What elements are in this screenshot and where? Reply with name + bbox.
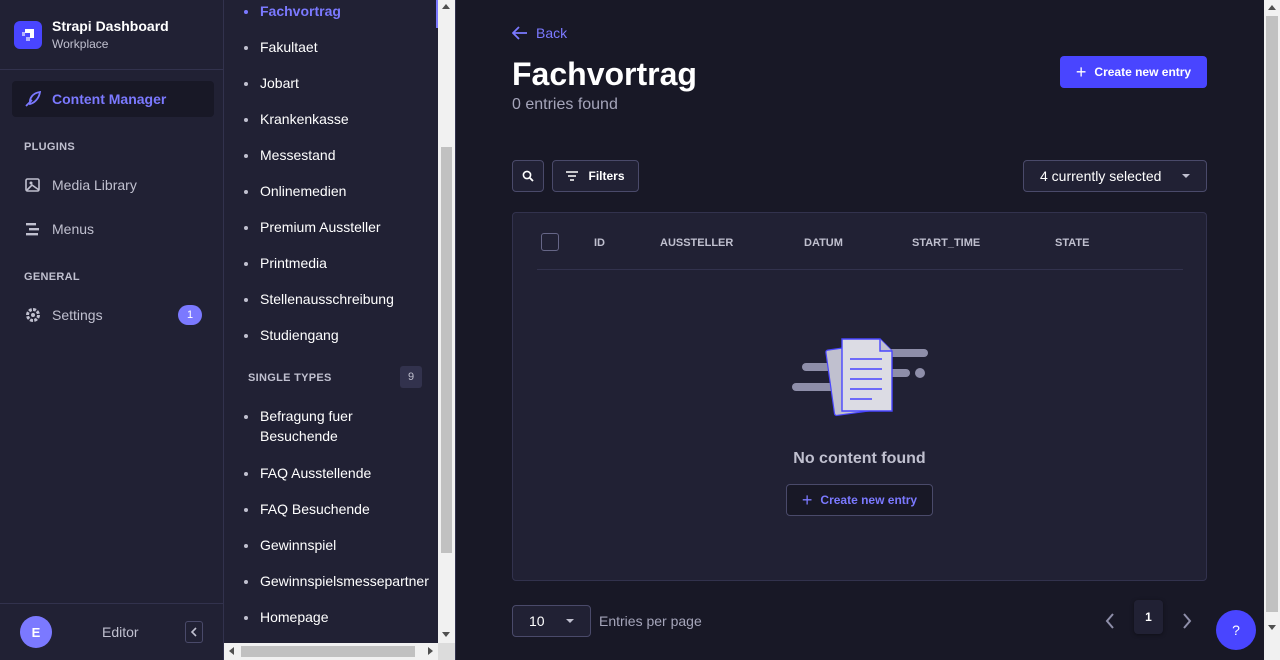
previous-page-button[interactable] — [1096, 605, 1124, 637]
collapse-nav-button[interactable] — [185, 621, 203, 643]
empty-documents-illustration — [792, 338, 928, 417]
subnav-item-homepage[interactable]: Homepage — [244, 609, 329, 625]
menu-lines-icon — [24, 220, 42, 238]
brand-subtitle: Workplace — [52, 37, 109, 51]
search-icon — [522, 170, 534, 182]
subnav-item-jobart[interactable]: Jobart — [244, 75, 299, 91]
subnav-list: Fachvortrag Fakultaet Jobart Krankenkass… — [224, 0, 438, 643]
scroll-down-arrow-icon[interactable] — [442, 632, 450, 637]
nav-media-library-label: Media Library — [52, 177, 137, 193]
filters-button[interactable]: Filters — [552, 160, 639, 192]
scroll-down-arrow-icon[interactable] — [1268, 625, 1276, 630]
scroll-up-arrow-icon[interactable] — [442, 4, 450, 9]
single-types-count: 9 — [400, 366, 422, 388]
subnav-item-gewinnspielsmessepartner[interactable]: Gewinnspielsmessepartner — [244, 573, 429, 589]
feather-icon — [24, 90, 42, 108]
column-header-aussteller[interactable]: AUSSTELLER — [660, 237, 733, 249]
chevron-left-icon — [1105, 613, 1114, 629]
scroll-right-arrow-icon[interactable] — [428, 647, 433, 655]
entries-per-page-label: Entries per page — [599, 613, 702, 629]
subnav-item-studiengang[interactable]: Studiengang — [244, 327, 339, 343]
column-header-datum[interactable]: DATUM — [804, 237, 843, 249]
content-types-subnav: Fachvortrag Fakultaet Jobart Krankenkass… — [224, 0, 456, 660]
caret-down-icon — [566, 619, 574, 623]
nav-section-general: GENERAL — [24, 271, 80, 283]
select-all-checkbox[interactable] — [541, 233, 559, 251]
single-types-heading: SINGLE TYPES — [248, 372, 332, 384]
columns-select[interactable]: 4 currently selected — [1023, 160, 1207, 192]
image-icon — [24, 176, 42, 194]
scroll-left-arrow-icon[interactable] — [229, 647, 234, 655]
search-button[interactable] — [512, 160, 544, 192]
arrow-left-icon — [512, 26, 527, 40]
scrollbar-thumb[interactable] — [441, 147, 452, 553]
subnav-item-stellenausschreibung[interactable]: Stellenausschreibung — [244, 291, 394, 307]
subnav-item-fachvortrag[interactable]: Fachvortrag — [244, 3, 341, 19]
nav-media-library[interactable]: Media Library — [12, 167, 214, 203]
subnav-item-onlinemedien[interactable]: Onlinemedien — [243, 183, 346, 199]
filters-label: Filters — [588, 169, 625, 183]
table-header: ID AUSSTELLER DATUM START_TIME STATE — [537, 213, 1183, 270]
columns-select-value: 4 currently selected — [1040, 168, 1162, 184]
subnav-item-premium-aussteller[interactable]: Premium Aussteller — [244, 219, 381, 235]
nav-content-manager[interactable]: Content Manager — [12, 81, 214, 117]
entries-per-page-select[interactable]: 10 — [512, 605, 591, 637]
gear-icon — [24, 306, 42, 324]
empty-create-new-entry-button[interactable]: + Create new entry — [786, 484, 933, 516]
next-page-button[interactable] — [1173, 605, 1201, 637]
back-label: Back — [536, 25, 568, 41]
scrollbar-corner — [438, 643, 455, 660]
nav-menus[interactable]: Menus — [12, 211, 214, 247]
page-title: Fachvortrag — [512, 56, 697, 92]
empty-create-new-entry-label: Create new entry — [820, 493, 918, 507]
scroll-up-arrow-icon[interactable] — [1268, 5, 1276, 10]
page-vertical-scrollbar[interactable] — [1264, 0, 1280, 660]
column-header-state[interactable]: STATE — [1055, 237, 1089, 249]
entries-per-page-value: 10 — [529, 613, 545, 629]
nav-section-plugins: PLUGINS — [24, 141, 75, 153]
filter-icon — [566, 171, 579, 181]
subnav-item-faq-besuchende[interactable]: FAQ Besuchende — [244, 501, 370, 517]
nav-content-manager-label: Content Manager — [52, 91, 167, 107]
strapi-logo-icon — [14, 20, 42, 49]
main-navigation: Strapi Dashboard Workplace Content Manag… — [0, 0, 224, 660]
column-header-id[interactable]: ID — [594, 237, 605, 249]
brand-title: Strapi Dashboard — [52, 18, 169, 34]
brand: Strapi Dashboard Workplace — [0, 0, 223, 70]
subnav-item-messestand[interactable]: Messestand — [243, 147, 335, 163]
back-link[interactable]: Back — [512, 25, 567, 41]
scrollbar-thumb[interactable] — [1266, 16, 1278, 612]
caret-down-icon — [1182, 174, 1190, 178]
settings-notification-badge: 1 — [178, 305, 202, 325]
empty-state-text: No content found — [793, 450, 926, 467]
main-content: Back Fachvortrag 0 entries found + Creat… — [456, 0, 1264, 660]
column-header-start-time[interactable]: START_TIME — [912, 237, 980, 249]
help-button[interactable]: ? — [1216, 610, 1256, 650]
page-number-current[interactable]: 1 — [1134, 600, 1163, 634]
nav-menus-label: Menus — [52, 221, 95, 237]
subnav-item-gewinnspiel[interactable]: Gewinnspiel — [243, 537, 336, 553]
subnav-item-printmedia[interactable]: Printmedia — [244, 255, 327, 271]
chevron-right-icon — [1183, 613, 1192, 629]
plus-icon: + — [801, 490, 813, 510]
subnav-vertical-scrollbar[interactable] — [438, 0, 455, 643]
nav-settings[interactable]: Settings 1 — [12, 297, 214, 333]
create-new-entry-button[interactable]: + Create new entry — [1060, 56, 1207, 88]
plus-icon: + — [1075, 62, 1087, 82]
chevron-left-icon — [190, 627, 197, 637]
user-name[interactable]: Editor — [102, 624, 139, 640]
subnav-horizontal-scrollbar[interactable] — [224, 643, 438, 660]
user-avatar[interactable]: E — [20, 616, 52, 648]
entries-count: 0 entries found — [512, 96, 618, 113]
scrollbar-thumb[interactable] — [241, 646, 415, 657]
entries-table: ID AUSSTELLER DATUM START_TIME STATE No … — [512, 212, 1207, 581]
subnav-item-faq-ausstellende[interactable]: FAQ Ausstellende — [243, 465, 371, 481]
nav-settings-label: Settings — [52, 307, 103, 323]
subnav-item-befragung[interactable]: Befragung fuer Besuchende — [244, 406, 410, 446]
subnav-item-fakultaet[interactable]: Fakultaet — [244, 39, 318, 55]
subnav-item-krankenkasse[interactable]: Krankenkasse — [244, 111, 349, 127]
nav-footer: E Editor — [0, 603, 223, 660]
create-new-entry-label: Create new entry — [1094, 65, 1192, 79]
